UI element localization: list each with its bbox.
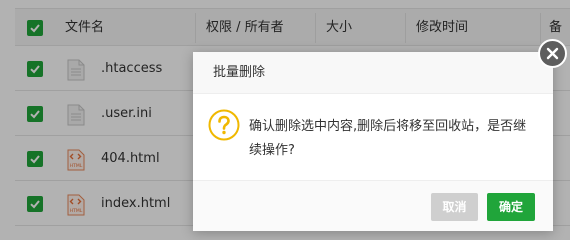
close-icon [546,47,559,60]
dialog-message: 确认删除选中内容,删除后将移至回收站，是否继续操作? [249,119,527,158]
dialog-header: 批量删除 [193,52,553,94]
close-button[interactable] [538,39,567,68]
batch-delete-dialog: 批量删除 确认删除选中内容,删除后将移至回收站，是否继续操作? 取消 确定 [193,39,567,231]
warning-icon [208,109,240,141]
cancel-button[interactable]: 取消 [431,193,478,221]
dialog-title: 批量删除 [213,65,266,80]
dialog-footer: 取消 确定 [193,180,553,231]
confirm-button[interactable]: 确定 [487,193,535,221]
